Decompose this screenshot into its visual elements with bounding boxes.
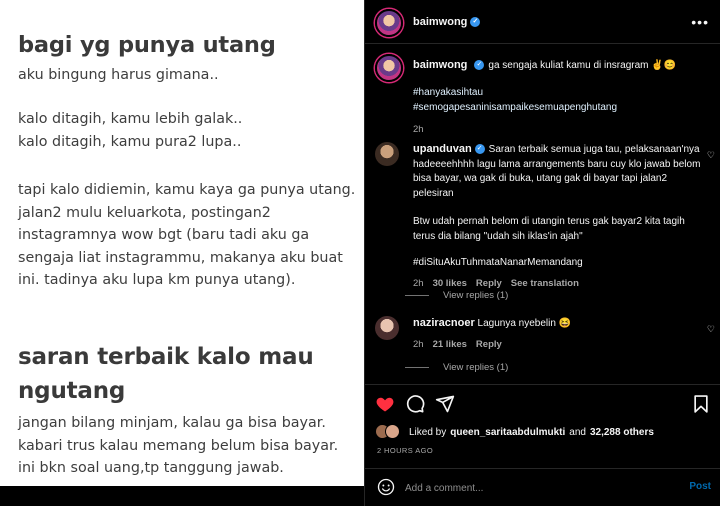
comment-time: 2h: [413, 338, 424, 350]
view-replies-line: [405, 295, 429, 296]
emoji-icon[interactable]: [377, 478, 395, 496]
post-comment-button[interactable]: Post: [689, 481, 711, 492]
post-image-title-2: saran terbaik kalo mau ngutang: [18, 344, 314, 404]
liked-by-prefix: Liked by: [409, 426, 447, 438]
view-replies-button[interactable]: View replies (1): [405, 362, 508, 373]
add-comment-input[interactable]: [405, 478, 645, 498]
commenter-avatar[interactable]: [375, 316, 399, 340]
view-replies-button[interactable]: View replies (1): [405, 290, 508, 301]
caption-text: ga sengaja kuliat kamu di insragram ✌️😊: [488, 60, 677, 71]
verified-badge-icon: ✓: [474, 144, 485, 155]
verified-badge-icon: ✓: [474, 60, 485, 71]
post-timestamp[interactable]: 2 HOURS AGO: [377, 446, 433, 455]
post-image-text-1: aku bingung harus gimana..: [18, 67, 219, 83]
caption-username[interactable]: baimwong: [413, 59, 467, 71]
post-side-panel: baimwong ✓ ••• baimwong ✓ ga sengaja kuliat…: [364, 0, 720, 506]
liker-avatars: [375, 424, 403, 440]
post-image-title-1: bagi yg punya utang: [18, 32, 276, 58]
caption-author-avatar[interactable]: [375, 54, 403, 82]
liker-avatar: [385, 424, 400, 439]
comment-like-icon[interactable]: ♡: [707, 324, 715, 335]
post-image-text-2: kalo ditagih, kamu lebih galak.. kalo di…: [18, 111, 243, 150]
liked-by-row: Liked by queen_saritaabdulmukti and 32,2…: [375, 424, 715, 440]
comment-meta: 2h 21 likes Reply: [413, 338, 703, 353]
commenter-avatar[interactable]: [375, 142, 399, 166]
comment-likes[interactable]: 21 likes: [433, 338, 467, 353]
comment-body: upanduvan ✓ Saran terbaik semua juga tau, …: [413, 142, 703, 291]
post-action-bar: [365, 384, 720, 420]
author-avatar[interactable]: [375, 9, 403, 37]
post-image-text-3: tapi kalo didiemin, kamu kaya ga punya u…: [18, 182, 356, 288]
liked-by-others[interactable]: 32,288 others: [590, 427, 654, 438]
comment-reply-button[interactable]: Reply: [476, 277, 502, 292]
add-comment-bar: Post: [365, 468, 720, 506]
view-replies-label[interactable]: View replies (1): [443, 290, 508, 301]
view-replies-line: [405, 367, 429, 368]
more-options-icon[interactable]: •••: [691, 14, 709, 30]
post-image-text-4: jangan bilang minjam, kalau ga bisa baya…: [18, 415, 339, 476]
post-image[interactable]: bagi yg punya utang aku bingung harus gi…: [0, 0, 364, 486]
author-username-wrap[interactable]: baimwong ✓: [413, 16, 481, 28]
comment-reply-button[interactable]: Reply: [476, 338, 502, 353]
heart-filled-icon[interactable]: [375, 394, 395, 414]
post-header: baimwong ✓ •••: [365, 0, 720, 44]
commenter-username[interactable]: upanduvan: [413, 143, 472, 155]
caption-hashtags[interactable]: #hanyakasihtau #semogapesaninisampaikese…: [413, 85, 713, 116]
caption-body: baimwong ✓ ga sengaja kuliat kamu di insra…: [413, 58, 713, 137]
comment-icon[interactable]: [405, 394, 425, 414]
comment-like-icon[interactable]: ♡: [707, 150, 715, 161]
liked-by-user[interactable]: queen_saritaabdulmukti: [450, 427, 565, 438]
commenter-username[interactable]: naziracnoer: [413, 317, 475, 329]
comment-hashtag[interactable]: #diSituAkuTuhmataNanarMemandang: [413, 256, 703, 271]
comment-time: 2h: [413, 277, 424, 289]
author-username[interactable]: baimwong: [413, 16, 467, 28]
image-bottom-strip: [0, 486, 364, 506]
comment-likes[interactable]: 30 likes: [433, 277, 467, 292]
caption-time: 2h: [413, 123, 424, 135]
comment-body: naziracnoer Lagunya nyebelin 😆 2h 21 lik…: [413, 316, 703, 352]
view-replies-label[interactable]: View replies (1): [443, 362, 508, 373]
share-icon[interactable]: [435, 394, 455, 414]
liked-by-and: and: [569, 426, 586, 438]
comment-text: Lagunya nyebelin 😆: [477, 318, 572, 329]
comment-text-2: Btw udah pernah belom di utangin terus g…: [413, 216, 685, 242]
see-translation-button[interactable]: See translation: [511, 277, 579, 292]
verified-badge-icon: ✓: [470, 17, 481, 28]
bookmark-icon[interactable]: [691, 394, 711, 414]
comment-meta: 2h 30 likes Reply See translation: [413, 277, 703, 292]
